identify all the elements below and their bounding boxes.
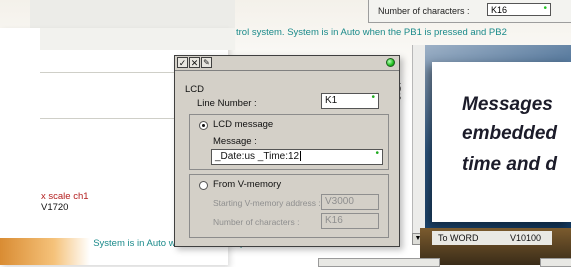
line-number-field[interactable]: K1 • bbox=[321, 92, 379, 109]
line-number-value: K1 bbox=[325, 95, 338, 106]
rung-line bbox=[40, 72, 174, 73]
num-chars-label: Number of characters : bbox=[213, 217, 300, 227]
to-word-row: To WORD V10100 bbox=[432, 231, 552, 245]
text-caret bbox=[300, 151, 302, 162]
from-vmemory-option-label[interactable]: From V-memory bbox=[213, 179, 281, 190]
number-of-characters-value: K16 bbox=[491, 5, 508, 15]
editor-tab-strip bbox=[30, 0, 235, 29]
to-word-value: V10100 bbox=[510, 233, 542, 243]
number-of-characters-label: Number of characters : bbox=[378, 6, 470, 16]
horizontal-scrollbar[interactable] bbox=[318, 258, 440, 267]
banner-line: time and d bbox=[462, 154, 558, 175]
start-address-label: Starting V-memory address : bbox=[213, 198, 321, 208]
editor-vertical-scrollbar[interactable] bbox=[412, 45, 425, 245]
dialog-titlebar: ✓ ✕ ✎ bbox=[175, 56, 399, 71]
edit-pencil-icon[interactable]: ✎ bbox=[201, 57, 212, 68]
scale-label: x scale ch1 bbox=[41, 191, 89, 202]
v-address-label: V1720 bbox=[41, 202, 69, 213]
editor-header bbox=[40, 28, 235, 50]
valid-indicator-icon: • bbox=[543, 3, 547, 14]
num-chars-value: K16 bbox=[325, 215, 343, 226]
start-address-field[interactable]: V3000 bbox=[321, 194, 379, 210]
lcd-dialog: ✓ ✕ ✎ LCD Line Number : K1 • LCD message… bbox=[174, 55, 400, 247]
accept-check-icon[interactable]: ✓ bbox=[177, 57, 188, 68]
lcd-message-radio[interactable] bbox=[199, 121, 208, 130]
decorative-glow bbox=[0, 238, 90, 265]
from-vmemory-radio[interactable] bbox=[199, 181, 208, 190]
rung-comment: trol system. System is in Auto when the … bbox=[236, 27, 507, 38]
line-number-label: Line Number : bbox=[197, 98, 257, 109]
dialog-heading: LCD bbox=[185, 84, 205, 95]
start-address-value: V3000 bbox=[325, 196, 354, 207]
horizontal-scrollbar[interactable] bbox=[540, 258, 571, 267]
to-word-label: To WORD bbox=[438, 233, 479, 243]
number-of-characters-field[interactable]: K16 • bbox=[487, 3, 551, 16]
banner-line: Messages bbox=[462, 94, 553, 115]
valid-indicator-icon: • bbox=[375, 148, 379, 159]
status-led-icon bbox=[386, 58, 395, 67]
banner-line: embedded bbox=[462, 123, 558, 144]
rung-line bbox=[40, 118, 174, 119]
num-chars-field[interactable]: K16 bbox=[321, 213, 379, 229]
message-value: _Date:us _Time:12 bbox=[215, 151, 300, 162]
cancel-x-icon[interactable]: ✕ bbox=[189, 57, 200, 68]
message-label: Message : bbox=[213, 136, 257, 147]
valid-indicator-icon: • bbox=[371, 92, 375, 103]
lcd-message-option-label[interactable]: LCD message bbox=[213, 119, 273, 130]
message-input[interactable]: _Date:us _Time:12 • bbox=[211, 148, 383, 165]
